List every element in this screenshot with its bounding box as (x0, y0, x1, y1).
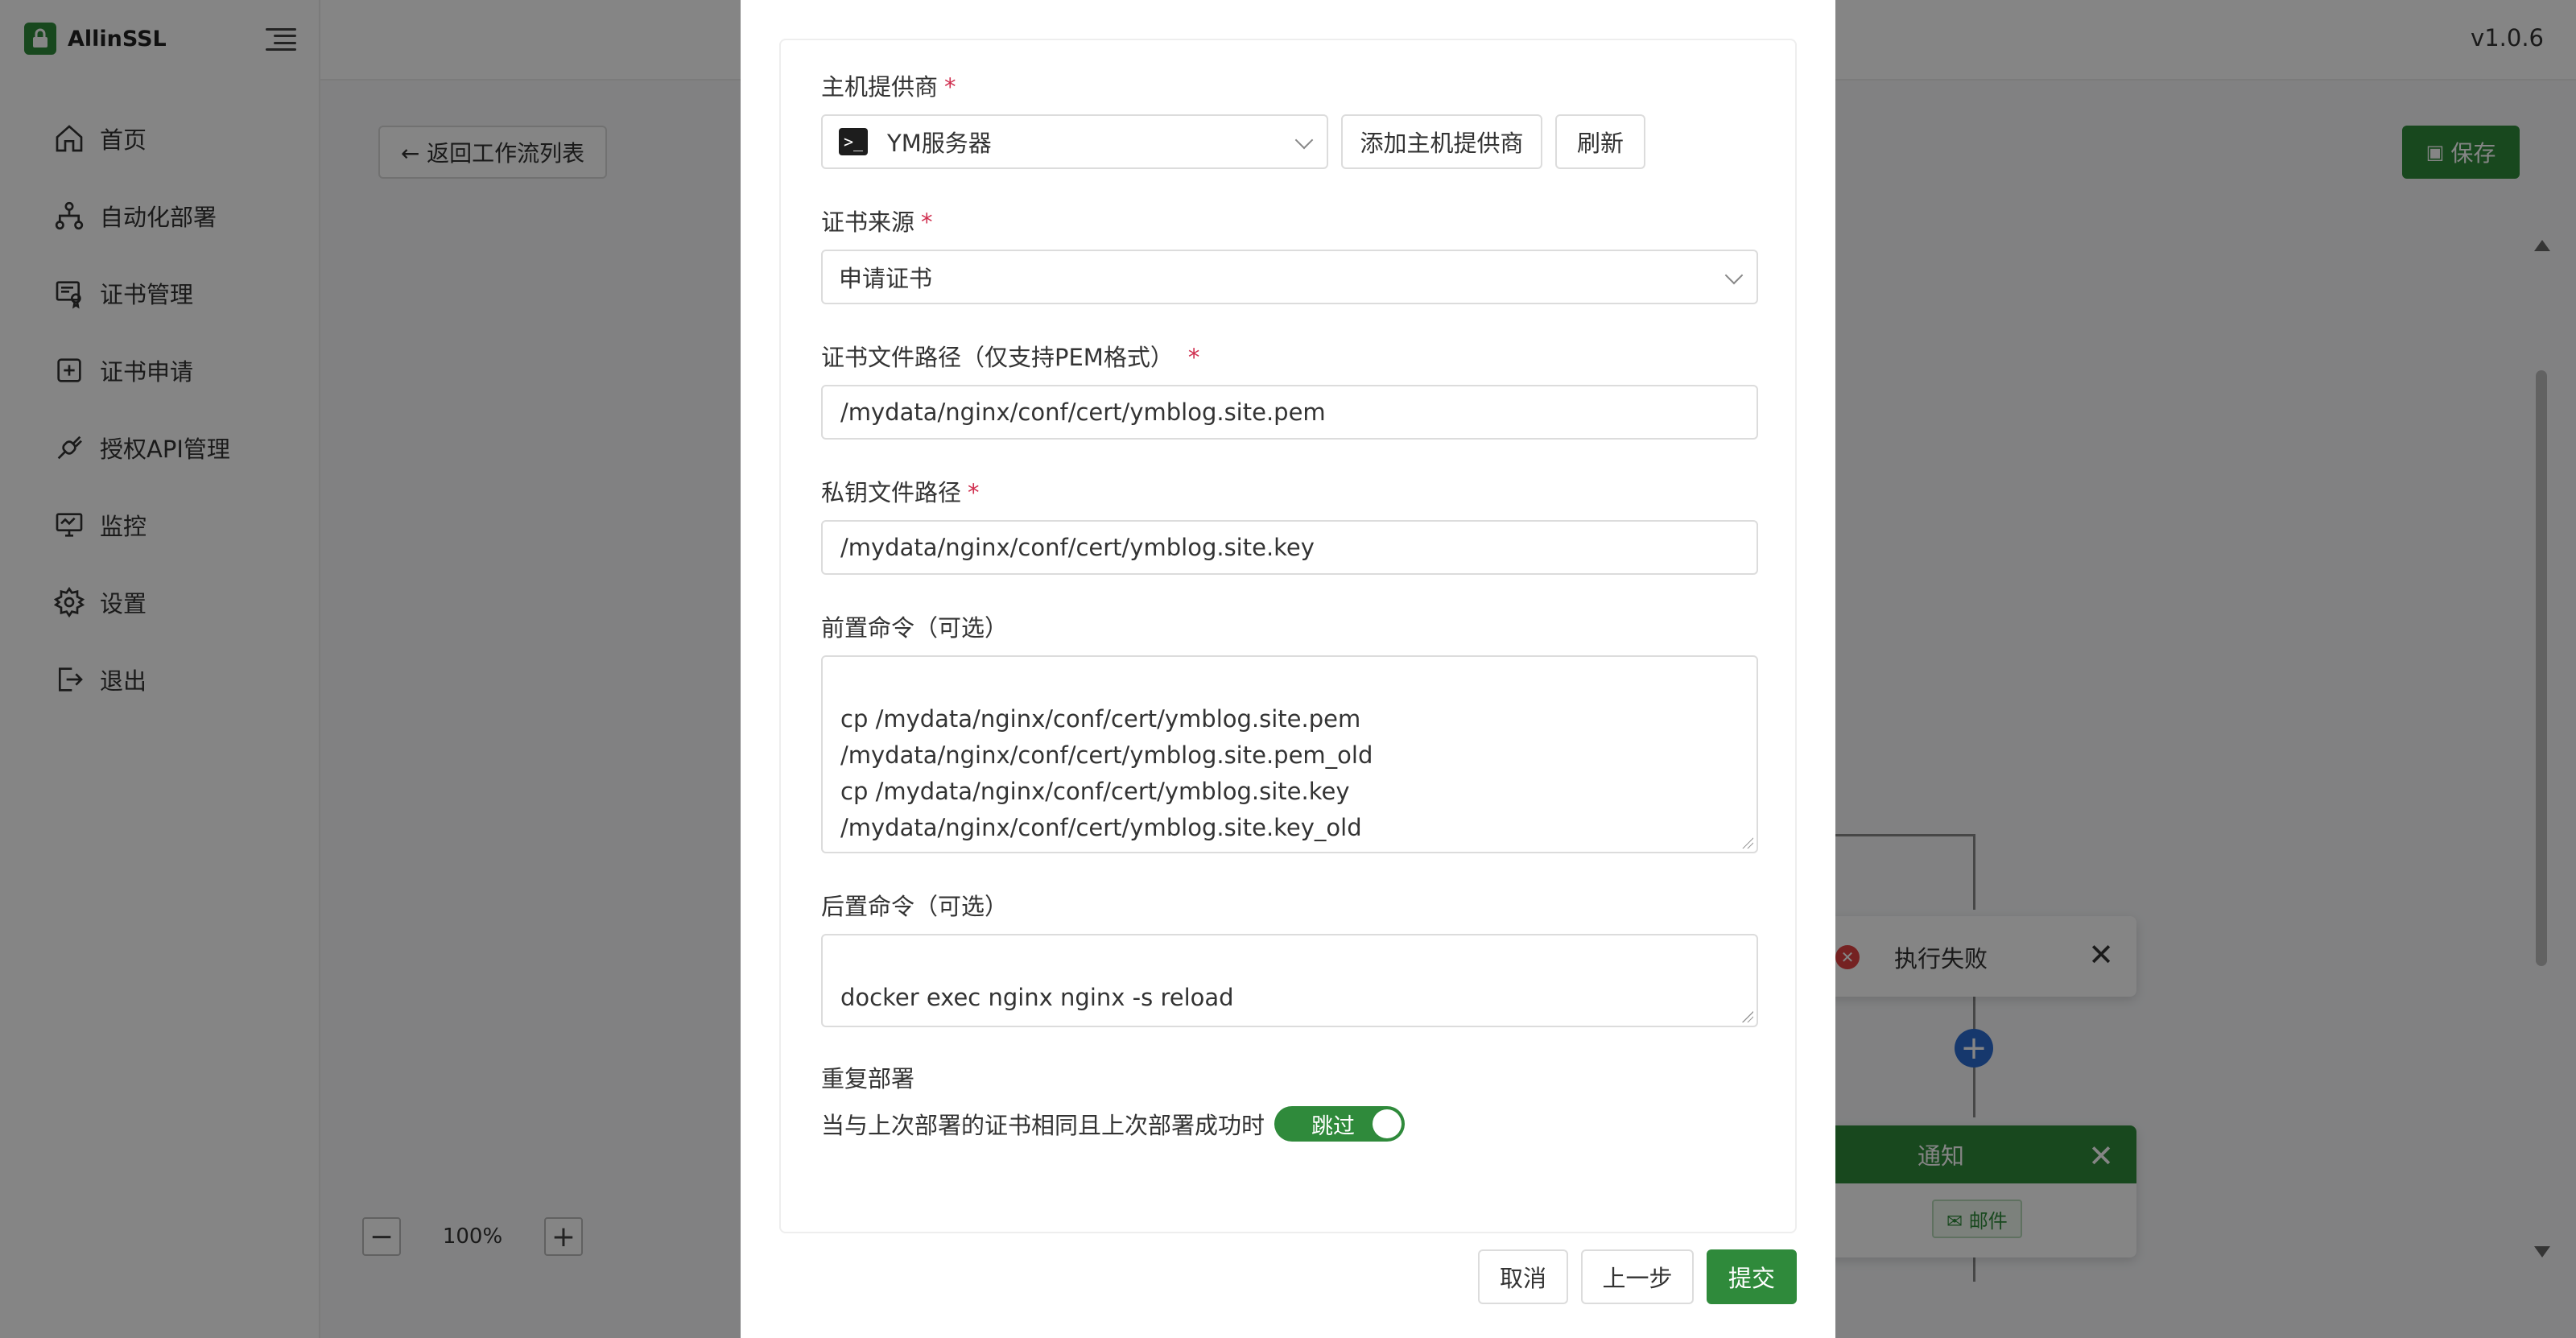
pre-command-label: 前置命令（可选） (821, 614, 1009, 642)
post-command-field: 后置命令（可选） docker exec nginx nginx -s relo… (821, 890, 1758, 1027)
chevron-down-icon (1294, 130, 1314, 150)
redeploy-condition: 当与上次部署的证书相同且上次部署成功时 (821, 1112, 1265, 1139)
redeploy-field: 重复部署 当与上次部署的证书相同且上次部署成功时 跳过 (821, 1063, 1758, 1142)
cert-source-label: 证书来源 (821, 209, 915, 236)
form-card: 主机提供商* >_ YM服务器 添加主机提供商 刷新 证书来源* 申请证书 (779, 39, 1797, 1233)
key-path-input[interactable]: /mydata/nginx/conf/cert/ymblog.site.key (821, 520, 1758, 575)
modal-footer: 取消 上一步 提交 (1465, 1249, 1797, 1304)
resize-handle-icon[interactable] (1742, 837, 1753, 849)
host-provider-value: YM服务器 (887, 130, 992, 157)
required-mark: * (921, 209, 933, 236)
pre-command-value: cp /mydata/nginx/conf/cert/ymblog.site.p… (840, 705, 1373, 841)
refresh-button[interactable]: 刷新 (1555, 114, 1645, 169)
post-command-textarea[interactable]: docker exec nginx nginx -s reload (821, 934, 1758, 1027)
key-path-label: 私钥文件路径 (821, 479, 962, 506)
required-mark: * (1187, 344, 1200, 371)
prev-step-button[interactable]: 上一步 (1581, 1249, 1694, 1304)
cert-path-field: 证书文件路径（仅支持PEM格式） * /mydata/nginx/conf/cer… (821, 341, 1758, 440)
redeploy-label: 重复部署 (821, 1065, 915, 1092)
cert-path-input[interactable]: /mydata/nginx/conf/cert/ymblog.site.pem (821, 385, 1758, 440)
required-mark: * (944, 73, 956, 101)
required-mark: * (968, 479, 980, 506)
terminal-icon: >_ (839, 128, 868, 155)
cert-source-value: 申请证书 (839, 265, 933, 292)
host-provider-label: 主机提供商 (821, 73, 939, 101)
resize-handle-icon[interactable] (1742, 1011, 1753, 1022)
cert-source-select[interactable]: 申请证书 (821, 250, 1758, 304)
post-command-label: 后置命令（可选） (821, 893, 1009, 920)
host-provider-select[interactable]: >_ YM服务器 (821, 114, 1328, 169)
add-host-provider-button[interactable]: 添加主机提供商 (1341, 114, 1542, 169)
skip-toggle[interactable]: 跳过 (1274, 1106, 1406, 1142)
skip-toggle-label: 跳过 (1311, 1113, 1356, 1139)
key-path-field: 私钥文件路径 * /mydata/nginx/conf/cert/ymblog.s… (821, 477, 1758, 575)
deploy-config-modal: 主机提供商* >_ YM服务器 添加主机提供商 刷新 证书来源* 申请证书 (741, 0, 1835, 1338)
pre-command-textarea[interactable]: cp /mydata/nginx/conf/cert/ymblog.site.p… (821, 655, 1758, 853)
cert-source-field: 证书来源 * 申请证书 (821, 206, 1758, 304)
toggle-knob (1373, 1109, 1402, 1138)
chevron-down-icon (1724, 266, 1744, 285)
cert-path-label: 证书文件路径（仅支持PEM格式） (821, 344, 1174, 371)
cancel-button[interactable]: 取消 (1478, 1249, 1568, 1304)
pre-command-field: 前置命令（可选） cp /mydata/nginx/conf/cert/ymbl… (821, 612, 1758, 853)
submit-button[interactable]: 提交 (1707, 1249, 1797, 1304)
host-provider-field: 主机提供商 * >_ YM服务器 添加主机提供商 刷新 (821, 71, 1758, 169)
post-command-value: docker exec nginx nginx -s reload (840, 984, 1234, 1011)
